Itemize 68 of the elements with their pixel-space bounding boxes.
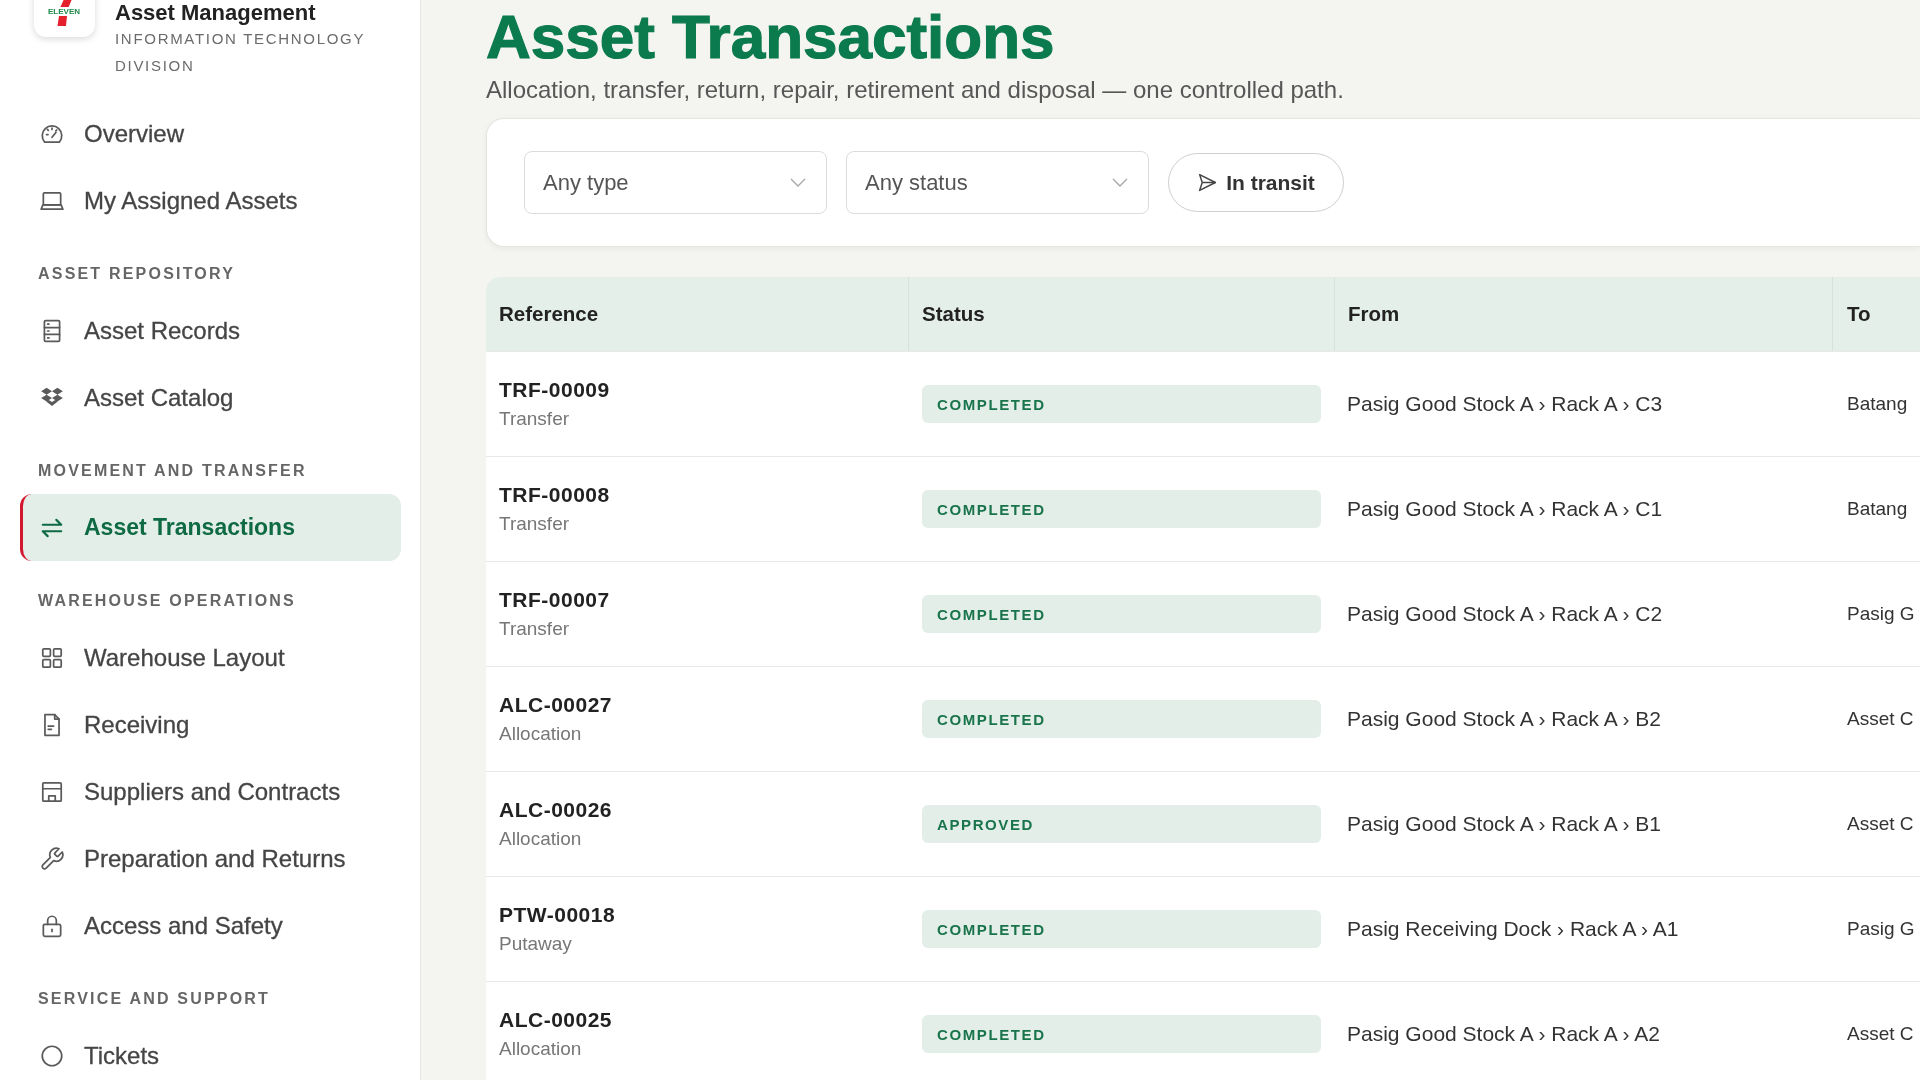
reference-id: TRF-00007 [499, 588, 610, 612]
nav-item[interactable]: Preparation and Returns [20, 825, 401, 892]
column-header: Status [922, 302, 985, 326]
from-location: Pasig Good Stock A › Rack A › C1 [1347, 497, 1663, 520]
chevron-down-icon [1112, 178, 1128, 187]
transaction-type: Transfer [499, 513, 570, 535]
type-select[interactable]: Any type [524, 151, 827, 214]
nav-item[interactable]: Asset Transactions [20, 494, 401, 561]
reference-id: PTW-00018 [499, 903, 616, 927]
from-location: Pasig Good Stock A › Rack A › B1 [1347, 812, 1661, 835]
nav-item[interactable]: Tickets [20, 1022, 401, 1080]
in-transit-button[interactable]: In transit [1168, 153, 1344, 212]
transaction-type: Allocation [499, 828, 582, 850]
nav-item[interactable]: Asset Catalog [20, 364, 401, 431]
nav-section-heading: ASSET REPOSITORY [38, 264, 236, 284]
status-badge: COMPLETED [922, 490, 1321, 528]
reference-id: ALC-00027 [499, 693, 613, 717]
status-badge: COMPLETED [922, 595, 1321, 633]
to-location: Asset C [1847, 813, 1914, 834]
app-title: Asset Management [115, 1, 317, 25]
nav-item[interactable]: Access and Safety [20, 892, 401, 959]
ring-icon [39, 1042, 65, 1069]
transaction-type: Transfer [499, 408, 570, 430]
transaction-type: Transfer [499, 618, 570, 640]
send-icon [1197, 172, 1219, 193]
status-badge: COMPLETED [922, 385, 1321, 423]
status-badge: COMPLETED [922, 1015, 1321, 1053]
from-location: Pasig Good Stock A › Rack A › A2 [1347, 1022, 1660, 1045]
from-location: Pasig Good Stock A › Rack A › C3 [1347, 392, 1663, 415]
nav-item[interactable]: Asset Records [20, 297, 401, 364]
to-location: Batang [1847, 393, 1908, 414]
to-location: Asset C [1847, 1023, 1914, 1044]
page-subtitle: Allocation, transfer, return, repair, retirement and disposal — one controlled path. [486, 76, 1345, 104]
transaction-type: Putaway [499, 933, 572, 955]
nav-section-heading: WAREHOUSE OPERATIONS [38, 591, 297, 611]
column-header: Reference [499, 302, 599, 326]
nav-item[interactable]: Receiving [20, 691, 401, 758]
nav-item[interactable]: Overview [20, 100, 401, 167]
chevron-down-icon [790, 178, 806, 187]
nav-item[interactable]: My Assigned Assets [20, 167, 401, 234]
page-title: Asset Transactions [486, 6, 1056, 68]
status-badge: COMPLETED [922, 910, 1321, 948]
reference-id: ALC-00026 [499, 798, 613, 822]
reference-id: TRF-00009 [499, 378, 610, 402]
column-header: From [1348, 302, 1400, 326]
status-badge: COMPLETED [922, 700, 1321, 738]
lock-icon [39, 912, 65, 939]
reference-id: TRF-00008 [499, 483, 610, 507]
nav-item[interactable]: Suppliers and Contracts [20, 758, 401, 825]
column-header: To [1847, 302, 1871, 326]
to-location: Pasig G [1847, 603, 1915, 624]
nav-section-heading: MOVEMENT AND TRANSFER [38, 461, 308, 481]
nav-item[interactable]: Warehouse Layout [20, 624, 401, 691]
transaction-type: Allocation [499, 1038, 582, 1060]
to-location: Asset C [1847, 708, 1914, 729]
division-label: INFORMATION TECHNOLOGY DIVISION [115, 29, 366, 76]
from-location: Pasig Good Stock A › Rack A › B2 [1347, 707, 1661, 730]
to-location: Batang [1847, 498, 1908, 519]
logo-text: ELEVEN [47, 7, 81, 16]
status-select[interactable]: Any status [846, 151, 1149, 214]
status-badge: APPROVED [922, 805, 1321, 843]
to-location: Pasig G [1847, 918, 1915, 939]
transaction-type: Allocation [499, 723, 582, 745]
nav-section-heading: SERVICE AND SUPPORT [38, 989, 272, 1009]
from-location: Pasig Receiving Dock › Rack A › A1 [1347, 917, 1679, 940]
reference-id: ALC-00025 [499, 1008, 613, 1032]
wrench-icon [39, 845, 65, 872]
from-location: Pasig Good Stock A › Rack A › C2 [1347, 602, 1663, 625]
